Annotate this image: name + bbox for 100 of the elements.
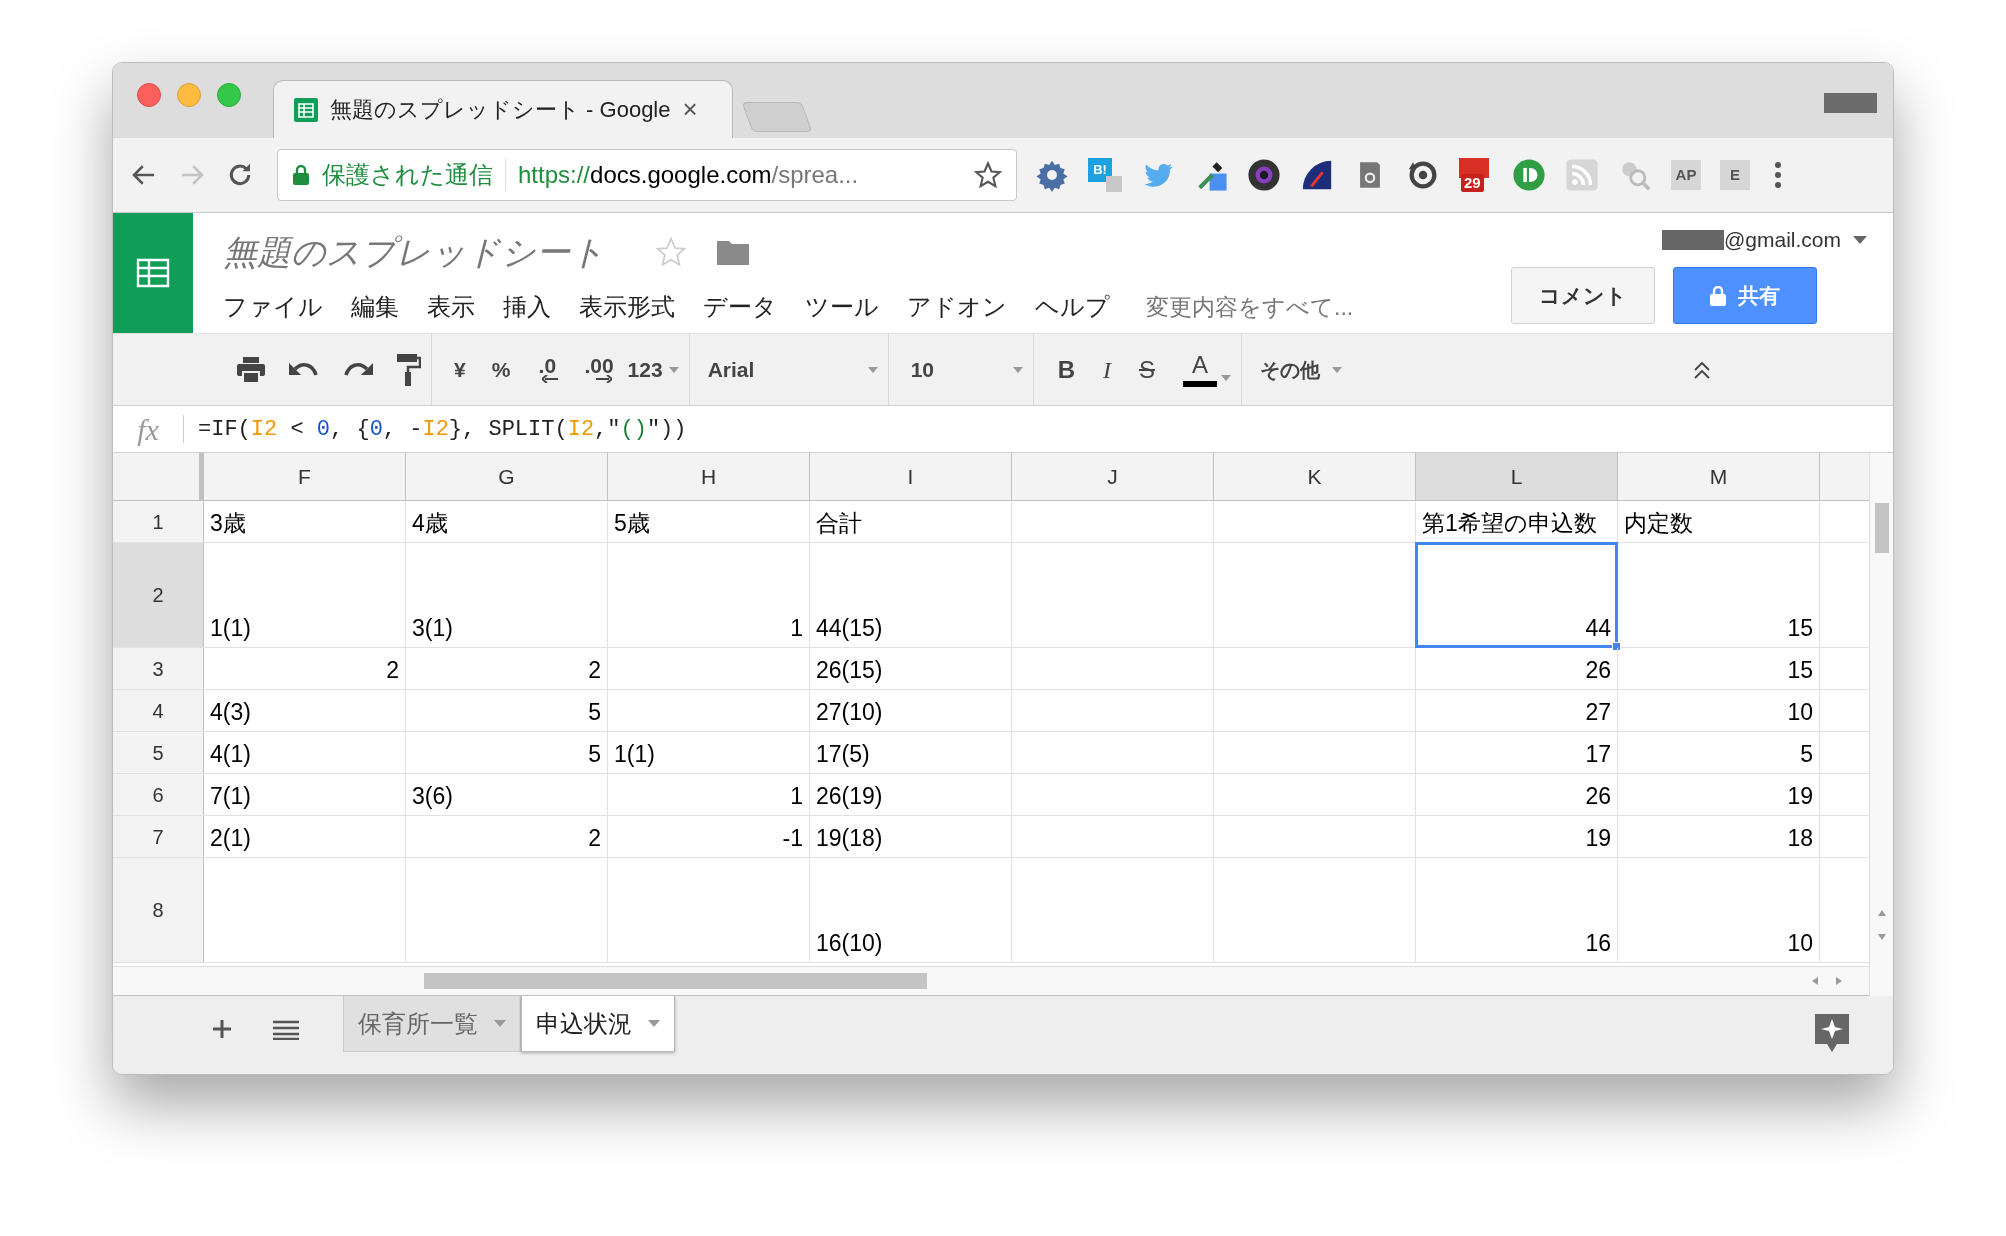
bold-button[interactable]: B — [1057, 351, 1075, 388]
table-cell-text: 5 — [587, 739, 602, 769]
document-title[interactable]: 無題のスプレッドシート — [223, 226, 605, 278]
text-color-button[interactable]: A — [1183, 352, 1231, 387]
table-cell-text: 5歳 — [613, 508, 651, 538]
address-bar[interactable]: 保護された通信 https://docs.google.com/sprea... — [277, 149, 1017, 201]
table-cell-text: 2 — [587, 655, 602, 685]
menu-item[interactable]: データ — [703, 289, 777, 325]
caret-icon — [1853, 236, 1867, 244]
sheet-list-icon[interactable] — [273, 1020, 299, 1040]
table-cell-text: 合計 — [815, 508, 863, 538]
row-header[interactable]: 2 — [113, 543, 204, 647]
column-header[interactable]: H — [608, 453, 810, 500]
comment-button[interactable]: コメント — [1511, 267, 1655, 324]
spreadsheet-icon — [294, 97, 318, 122]
column-header[interactable]: J — [1012, 453, 1214, 500]
menu-item[interactable]: 編集 — [351, 289, 399, 325]
star-icon[interactable] — [655, 236, 687, 268]
browser-tab[interactable]: 無題のスプレッドシート - Google × — [273, 80, 733, 138]
circle-icon[interactable] — [1512, 158, 1546, 192]
arrow-right-icon — [595, 374, 612, 383]
menu-item[interactable]: ファイル — [223, 289, 323, 325]
table-cell-text: 2 — [385, 655, 400, 685]
table-cell-text: 19 — [1786, 781, 1814, 811]
table-cell-text: 2(1) — [209, 823, 252, 853]
percent-button[interactable]: % — [491, 353, 511, 386]
strikethrough-button[interactable]: S — [1138, 351, 1155, 388]
column-header[interactable]: L — [1416, 453, 1618, 500]
extension-icon[interactable]: AP — [1671, 160, 1701, 190]
formula-field[interactable]: =IF(I2 < 0, {0, -I2}, SPLIT(I2,"()")) — [198, 412, 1893, 446]
extension-icon[interactable]: E — [1720, 160, 1750, 190]
table-cell-text: 2 — [587, 823, 602, 853]
scroll-down-icon[interactable] — [1877, 934, 1886, 940]
paint-roller-icon[interactable] — [397, 353, 421, 386]
column-header[interactable]: M — [1618, 453, 1820, 500]
column-header[interactable]: F — [204, 453, 406, 500]
row-header[interactable]: 6 — [113, 774, 204, 815]
sheet-tab[interactable]: 保育所一覧 — [343, 996, 521, 1052]
bookmark-star-icon[interactable] — [974, 161, 1002, 189]
folder-icon[interactable] — [717, 239, 749, 265]
zoom-button[interactable] — [217, 83, 241, 107]
decrease-decimals-button[interactable]: .0 — [536, 356, 559, 383]
row-header[interactable]: 8 — [113, 858, 204, 962]
increase-decimals-button[interactable]: .00 — [584, 356, 614, 383]
scroll-up-icon[interactable] — [1877, 910, 1886, 916]
row-header[interactable]: 1 — [113, 501, 204, 542]
account-menu[interactable]: @gmail.com — [1662, 227, 1867, 253]
menu-icon[interactable] — [1774, 161, 1782, 189]
table-cell-text: 5 — [587, 697, 602, 727]
caret-icon — [648, 1020, 660, 1027]
tab-title: 無題のスプレッドシート - Google — [330, 96, 671, 124]
vertical-scrollbar[interactable] — [1874, 503, 1889, 553]
column-header[interactable]: G — [406, 453, 608, 500]
menu-item[interactable]: ツール — [805, 289, 879, 325]
table-cell-text: 1(1) — [613, 739, 656, 769]
speedometer-icon[interactable] — [1300, 158, 1334, 192]
more-dropdown[interactable]: その他 — [1260, 354, 1342, 385]
close-window-button[interactable] — [137, 83, 161, 107]
fill-handle[interactable] — [1612, 642, 1621, 651]
function-label: fx — [136, 411, 160, 448]
sheet-tab[interactable]: 申込状況 — [521, 996, 675, 1052]
collapse-icon[interactable] — [1692, 359, 1712, 380]
menu-item[interactable]: 表示形式 — [579, 289, 675, 325]
table-cell-text: 26 — [1584, 655, 1612, 685]
menu-item[interactable]: ヘルプ — [1035, 289, 1110, 325]
security-label: 保護された通信 — [322, 160, 493, 190]
table-cell-text: 1(1) — [209, 613, 252, 643]
table-cell-text: 15 — [1786, 613, 1814, 643]
italic-button[interactable]: I — [1102, 351, 1111, 388]
caret-icon — [1012, 366, 1023, 373]
row-header[interactable]: 3 — [113, 648, 204, 689]
horizontal-scrollbar[interactable] — [424, 973, 927, 989]
sheets-logo[interactable] — [113, 213, 193, 333]
row-header[interactable]: 4 — [113, 690, 204, 731]
print-icon[interactable] — [237, 356, 265, 383]
lock-icon — [292, 164, 310, 186]
menu-item[interactable]: アドオン — [907, 289, 1007, 325]
font-dropdown[interactable]: Arial — [707, 353, 878, 386]
selection-outline[interactable] — [1415, 542, 1618, 648]
number-format-dropdown[interactable]: 123 — [627, 353, 679, 386]
row-header[interactable]: 5 — [113, 732, 204, 773]
caret-icon — [668, 366, 679, 373]
spreadsheet-icon — [136, 258, 170, 288]
row-header[interactable]: 7 — [113, 816, 204, 857]
table-cell-text: 1 — [789, 781, 804, 811]
column-header[interactable]: I — [810, 453, 1012, 500]
menu-item[interactable]: 表示 — [427, 289, 475, 325]
table-cell-text: 第1希望の申込数 — [1421, 508, 1598, 538]
camera-lens-icon[interactable] — [1247, 158, 1281, 192]
font-size-dropdown[interactable]: 10 — [910, 353, 1023, 386]
currency-button[interactable]: ¥ — [454, 353, 466, 386]
close-tab-button[interactable]: × — [682, 90, 698, 129]
menu-item[interactable]: 挿入 — [503, 289, 551, 325]
table-cell-text: 3(6) — [411, 781, 454, 811]
explore-icon[interactable] — [1813, 1012, 1851, 1054]
save-status[interactable]: 変更内容をすべて... — [1146, 289, 1354, 325]
table-cell-text: 内定数 — [1623, 508, 1694, 538]
add-sheet-icon[interactable] — [211, 1018, 233, 1040]
table-cell-text: 7(1) — [209, 781, 252, 811]
table-cell-text: 16 — [1584, 928, 1612, 958]
